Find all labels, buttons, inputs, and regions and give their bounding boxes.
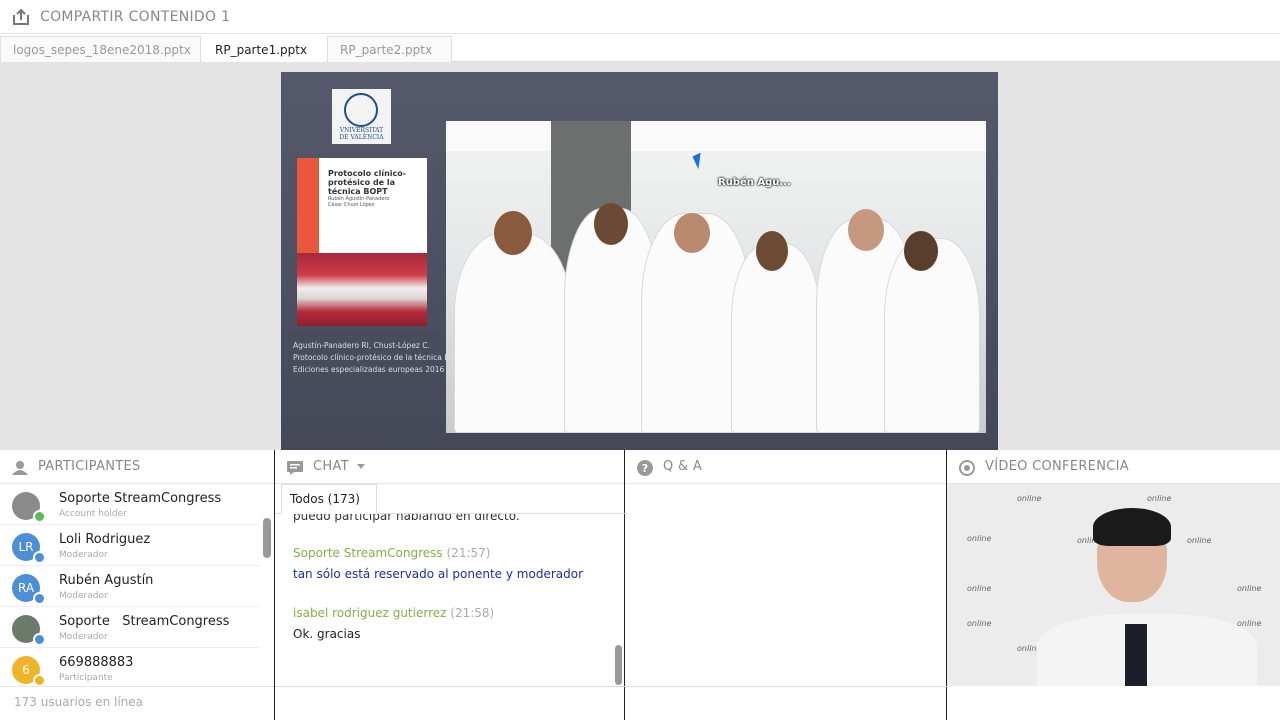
- video-panel: VÍDEO CONFERENCIA online online online o…: [947, 450, 1280, 720]
- participant-name: 669888883: [59, 655, 134, 670]
- presentation-stage: VNIVERSITAT DE VALÈNCIA Protocolo clínic…: [0, 62, 1280, 450]
- tab-rp-parte1[interactable]: RP_parte1.pptx: [202, 36, 326, 62]
- participant-row[interactable]: Soporte StreamCongress Moderador: [0, 607, 260, 648]
- chat-input[interactable]: [275, 686, 625, 720]
- university-logo: VNIVERSITAT DE VALÈNCIA: [332, 89, 391, 144]
- participant-row[interactable]: LR Loli Rodriguez Moderador: [0, 525, 260, 566]
- participant-role: Moderador: [59, 591, 108, 601]
- camera-icon: [959, 459, 975, 476]
- participant-name: Loli Rodriguez: [59, 532, 151, 547]
- participant-row[interactable]: 6 669888883 Participante: [0, 648, 260, 686]
- status-badge: [33, 592, 46, 605]
- share-content-header: COMPARTIR CONTENIDO 1: [0, 0, 1280, 34]
- online-count: 173 usuarios en línea: [0, 686, 274, 720]
- qa-title: Q & A: [663, 459, 703, 474]
- participants-title: PARTICIPANTES: [38, 459, 141, 474]
- participant-row[interactable]: Soporte StreamCongress Account holder: [0, 484, 260, 525]
- qa-input[interactable]: [625, 686, 947, 720]
- slide-caption: Agustín-Panadero RI, Chust-López C. Prot…: [293, 341, 466, 374]
- participant-name: Soporte StreamCongress: [59, 491, 222, 506]
- tab-rp-parte2[interactable]: RP_parte2.pptx: [327, 36, 452, 62]
- cursor-label: Rubén Agu...: [718, 177, 791, 188]
- teeth-image: [297, 253, 427, 326]
- slide[interactable]: VNIVERSITAT DE VALÈNCIA Protocolo clínic…: [281, 72, 998, 450]
- chat-title: CHAT: [313, 459, 349, 474]
- chat-message: puedo participar hablando en directo.: [293, 514, 520, 523]
- participant-name: Soporte StreamCongress: [59, 614, 230, 629]
- file-tabs: logos_sepes_18ene2018.pptx RP_parte1.ppt…: [0, 34, 1280, 62]
- book-cover: Protocolo clínico-protésico de la técnic…: [297, 158, 427, 326]
- presenter-video: [1037, 508, 1257, 686]
- chat-panel: CHAT Todos (173) puedo participar hablan…: [275, 450, 625, 720]
- svg-text:?: ?: [642, 462, 648, 475]
- participant-role: Moderador: [59, 632, 108, 642]
- chat-author: isabel rodriguez gutierrez (21:58): [293, 606, 495, 620]
- status-badge: [33, 510, 46, 523]
- status-badge: [33, 633, 46, 646]
- video-feed[interactable]: online online online online online onlin…: [947, 484, 1280, 686]
- seal-icon: [344, 93, 378, 127]
- tab-todos[interactable]: Todos (173): [281, 484, 377, 514]
- status-badge: [33, 674, 46, 686]
- tab-logos-sepes[interactable]: logos_sepes_18ene2018.pptx: [0, 36, 201, 62]
- participant-role: Account holder: [59, 509, 127, 519]
- chevron-down-icon[interactable]: [356, 464, 365, 469]
- book-authors: Rubén Agustín-Panadero César Chust López: [328, 196, 390, 208]
- participant-name: Rubén Agustín: [59, 573, 154, 588]
- participant-role: Moderador: [59, 550, 108, 560]
- group-photo: [446, 121, 986, 433]
- chat-author: Soporte StreamCongress (21:57): [293, 546, 491, 560]
- participant-row[interactable]: RA Rubén Agustín Moderador: [0, 566, 260, 607]
- upload-icon: [12, 8, 30, 25]
- video-title: VÍDEO CONFERENCIA: [985, 459, 1129, 474]
- chat-messages: puedo participar hablando en directo. So…: [275, 514, 615, 686]
- participants-panel: PARTICIPANTES Soporte StreamCongress Acc…: [0, 450, 275, 720]
- participants-scrollbar[interactable]: [263, 518, 271, 558]
- book-title: Protocolo clínico-protésico de la técnic…: [328, 169, 407, 196]
- chat-message: tan sólo está reservado al ponente y mod…: [293, 567, 584, 581]
- status-badge: [33, 551, 46, 564]
- qa-panel: ? Q & A: [625, 450, 947, 720]
- person-icon: [12, 460, 28, 475]
- participants-list: Soporte StreamCongress Account holder LR…: [0, 484, 274, 686]
- chat-tabs: Todos (173): [275, 484, 625, 514]
- header-title: COMPARTIR CONTENIDO 1: [40, 8, 231, 25]
- chat-scrollbar[interactable]: [615, 645, 622, 685]
- question-icon: ?: [637, 459, 653, 476]
- participant-role: Participante: [59, 673, 113, 683]
- chat-icon: [287, 460, 303, 475]
- chat-message: Ok. gracias: [293, 627, 361, 641]
